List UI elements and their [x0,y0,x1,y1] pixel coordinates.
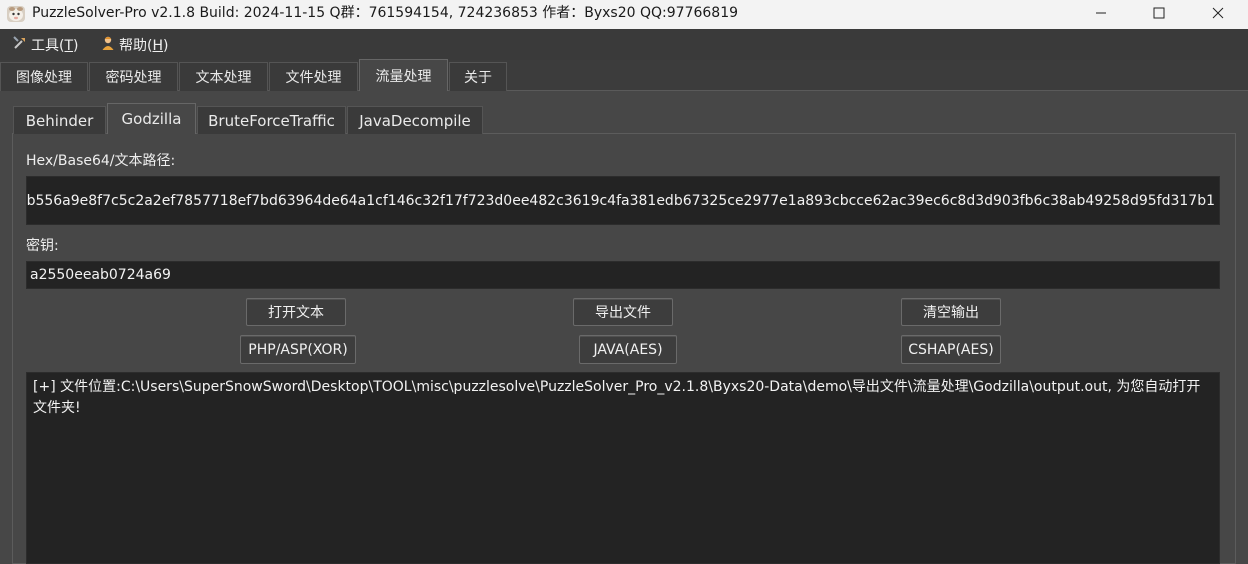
subtab-godzilla[interactable]: Godzilla [107,103,196,134]
minimize-button[interactable] [1072,0,1130,29]
sheep-icon [6,4,26,24]
help-person-icon [100,35,116,55]
tools-icon [12,35,28,55]
open-text-button[interactable]: 打开文本 [246,298,346,326]
subtab-javadecompile[interactable]: JavaDecompile [347,106,483,134]
maximize-icon [1153,7,1165,23]
menu-help-end: ) [163,37,169,54]
window-title: PuzzleSolver-Pro v2.1.8 Build: 2024-11-1… [32,5,739,21]
menu-tools-label: 工具( [31,37,65,54]
tab-text[interactable]: 文本处理 [179,62,268,91]
close-icon [1212,7,1224,23]
key-input-value: a2550eeab0724a69 [30,267,171,283]
menu-tools-key: T [64,37,74,54]
menu-bar: 工具(T) 帮助(H) [0,29,1248,60]
key-label: 密钥: [26,238,59,254]
tab-file[interactable]: 文件处理 [269,62,358,91]
menu-help-label: 帮助( [119,37,153,54]
menu-tools[interactable]: 工具(T) [12,29,79,60]
hex-input-value: 6b556a9e8f7c5c2a2ef7857718ef7bd63964de64… [26,192,1215,209]
menu-help[interactable]: 帮助(H) [100,29,168,60]
minimize-icon [1095,7,1107,23]
tab-password[interactable]: 密码处理 [89,62,178,91]
php-asp-xor-button[interactable]: PHP/ASP(XOR) [240,335,356,364]
tab-image[interactable]: 图像处理 [0,62,88,91]
app-window: PuzzleSolver-Pro v2.1.8 Build: 2024-11-1… [0,0,1248,564]
key-input-field[interactable]: a2550eeab0724a69 [26,261,1220,289]
subtab-bruteforcetraffic[interactable]: BruteForceTraffic [197,106,346,134]
clear-output-button[interactable]: 清空输出 [901,298,1001,326]
output-textarea[interactable]: [+] 文件位置:C:\Users\SuperSnowSword\Desktop… [26,372,1220,564]
export-file-button[interactable]: 导出文件 [573,298,673,326]
maximize-button[interactable] [1130,0,1188,29]
csharp-aes-button[interactable]: CSHAP(AES) [901,335,1001,364]
menu-tools-end: ) [73,37,79,54]
tab-about[interactable]: 关于 [449,62,507,91]
title-bar: PuzzleSolver-Pro v2.1.8 Build: 2024-11-1… [0,0,1248,29]
menu-help-key: H [152,37,163,54]
tab-traffic[interactable]: 流量处理 [359,59,448,91]
close-button[interactable] [1189,0,1247,29]
input-label: Hex/Base64/文本路径: [26,153,176,169]
hex-input-field[interactable]: 6b556a9e8f7c5c2a2ef7857718ef7bd63964de64… [26,176,1220,225]
java-aes-button[interactable]: JAVA(AES) [579,335,677,364]
subtab-behinder[interactable]: Behinder [13,106,106,134]
